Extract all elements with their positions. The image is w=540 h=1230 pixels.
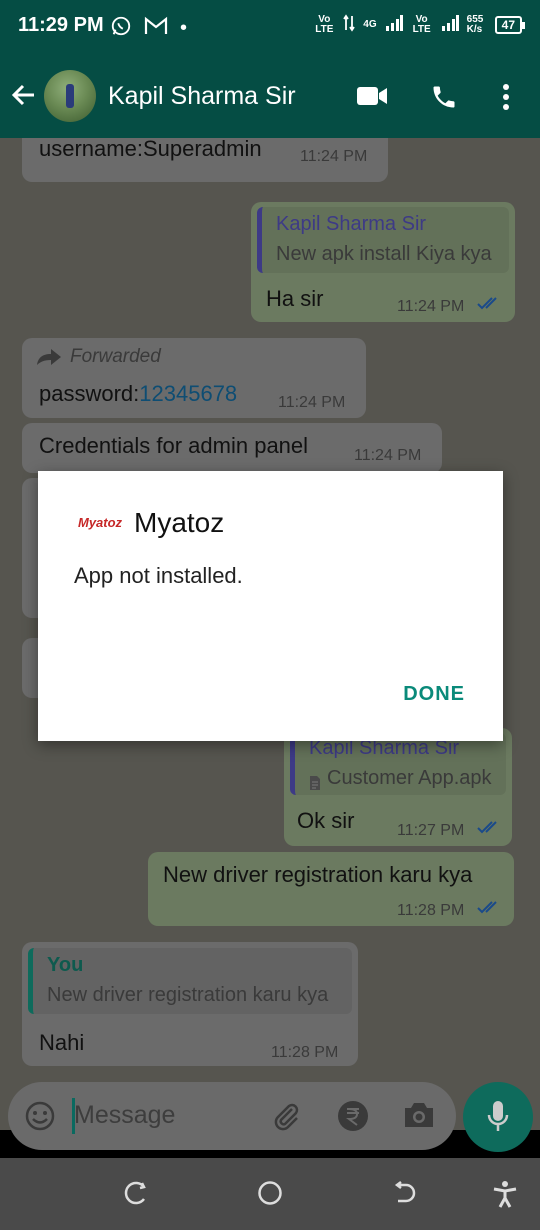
- message-time: 11:24 PM: [397, 298, 465, 315]
- message-input-bar: Message: [8, 1082, 456, 1150]
- double-check-icon: [477, 296, 501, 315]
- message-text: password:: [39, 381, 140, 406]
- whatsapp-icon: [110, 15, 132, 42]
- message-bubble-outgoing[interactable]: Kapil Sharma Sir Customer App.apk Ok sir…: [284, 728, 512, 846]
- status-time: 11:29 PM: [18, 14, 104, 36]
- data-arrows-icon: [343, 14, 356, 35]
- more-options-icon[interactable]: [500, 83, 512, 116]
- message-bubble-outgoing[interactable]: Kapil Sharma Sir New apk install Kiya ky…: [251, 202, 515, 322]
- emoji-icon[interactable]: [24, 1100, 56, 1137]
- notification-dot: •: [180, 17, 188, 39]
- message-bubble-incoming[interactable]: Credentials for admin panel 11:24 PM: [22, 423, 442, 473]
- volte-indicator-2: Vo LTE: [412, 13, 431, 35]
- quoted-text: New apk install Kiya kya: [276, 243, 492, 265]
- message-time: 11:24 PM: [300, 148, 368, 165]
- quoted-sender: You: [47, 954, 84, 976]
- system-nav-bar: [0, 1158, 540, 1230]
- quoted-text: New driver registration karu kya: [47, 984, 329, 1006]
- forwarded-label: Forwarded: [70, 346, 161, 367]
- contact-avatar[interactable]: [44, 70, 96, 122]
- home-icon[interactable]: [257, 1180, 283, 1211]
- contact-name[interactable]: Kapil Sharma Sir: [108, 82, 296, 111]
- chat-header: Kapil Sharma Sir: [0, 55, 540, 138]
- message-text: Ok sir: [297, 808, 355, 833]
- camera-icon[interactable]: [402, 1100, 436, 1135]
- double-check-icon: [477, 820, 501, 839]
- done-button[interactable]: DONE: [403, 683, 465, 706]
- voice-call-icon[interactable]: [430, 83, 458, 116]
- attachment-icon[interactable]: [270, 1100, 302, 1137]
- gmail-icon: [144, 16, 168, 41]
- volte-indicator-1: Vo LTE: [315, 13, 334, 35]
- phone-number-link[interactable]: 12345678: [139, 381, 237, 406]
- message-time: 11:28 PM: [271, 1044, 339, 1061]
- back-nav-icon[interactable]: [392, 1180, 418, 1211]
- message-input[interactable]: Message: [74, 1101, 175, 1130]
- message-bubble-incoming[interactable]: username:Superadmin 11:24 PM: [22, 138, 388, 182]
- message-bubble-incoming[interactable]: You New driver registration karu kya Nah…: [22, 942, 358, 1066]
- video-call-icon[interactable]: [356, 83, 388, 114]
- quoted-message[interactable]: You New driver registration karu kya: [28, 948, 352, 1014]
- double-check-icon: [477, 900, 501, 919]
- signal-icon-2: [441, 15, 459, 34]
- quoted-message[interactable]: Kapil Sharma Sir Customer App.apk: [290, 733, 506, 795]
- quoted-message[interactable]: Kapil Sharma Sir New apk install Kiya ky…: [257, 207, 509, 273]
- message-bubble-incoming[interactable]: Forwarded password:12345678 11:24 PM: [22, 338, 366, 418]
- battery-indicator: 47: [494, 15, 526, 34]
- document-icon: [309, 771, 321, 797]
- signal-icon-1: [385, 15, 403, 34]
- message-time: 11:24 PM: [354, 447, 422, 464]
- back-arrow-icon[interactable]: [10, 81, 38, 114]
- app-not-installed-dialog: Myatoz Myatoz App not installed. DONE: [38, 471, 503, 741]
- quoted-sender: Kapil Sharma Sir: [276, 213, 427, 235]
- status-bar: 11:29 PM • Vo LTE 4G Vo LTE 655 K/s 47: [0, 0, 540, 55]
- message-time: 11:27 PM: [397, 822, 465, 839]
- myatoz-logo: Myatoz: [78, 515, 123, 530]
- message-text: Credentials for admin panel: [39, 433, 309, 458]
- message-text: Ha sir: [266, 286, 324, 311]
- network-4g: 4G: [363, 19, 377, 30]
- network-speed: 655 K/s: [466, 13, 484, 35]
- message-text: username:Superadmin: [39, 138, 262, 161]
- mic-button[interactable]: [463, 1082, 533, 1152]
- message-text: Nahi: [39, 1030, 85, 1055]
- message-text: New driver registration karu kya: [163, 862, 473, 887]
- quoted-text: Customer App.apk: [327, 767, 492, 789]
- dialog-title: Myatoz: [134, 507, 225, 538]
- message-time: 11:24 PM: [278, 394, 346, 411]
- message-bubble-outgoing[interactable]: New driver registration karu kya 11:28 P…: [148, 852, 514, 926]
- forward-icon: [36, 346, 62, 372]
- message-time: 11:28 PM: [397, 902, 465, 919]
- accessibility-icon[interactable]: [492, 1180, 518, 1213]
- rupee-payment-icon[interactable]: [336, 1099, 370, 1138]
- dialog-message: App not installed.: [74, 563, 243, 588]
- microphone-icon: [486, 1099, 510, 1140]
- recents-icon[interactable]: [122, 1180, 148, 1211]
